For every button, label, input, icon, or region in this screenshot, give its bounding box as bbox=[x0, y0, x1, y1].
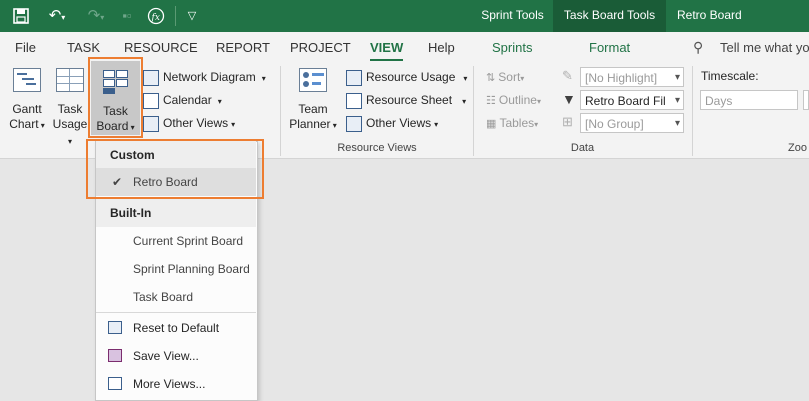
resource-sheet-button[interactable]: Resource Sheet ▾ bbox=[346, 90, 466, 110]
qat-separator bbox=[175, 6, 176, 26]
resource-sheet-icon bbox=[346, 92, 362, 109]
task-usage-label-2: Usage ▾ bbox=[52, 117, 88, 146]
menu-item-reset-to-default[interactable]: Reset to Default bbox=[96, 314, 256, 342]
tab-project[interactable]: PROJECT bbox=[290, 40, 351, 55]
tab-file[interactable]: File bbox=[15, 40, 36, 55]
menu-item-current-sprint-board[interactable]: Current Sprint Board bbox=[96, 227, 256, 255]
team-planner-label-2: Planner ▾ bbox=[289, 117, 337, 131]
network-diagram-icon bbox=[143, 69, 159, 86]
menu-item-task-board[interactable]: Task Board bbox=[96, 283, 256, 311]
save-icon[interactable] bbox=[10, 5, 32, 27]
group-icon: ⊞ bbox=[562, 114, 573, 129]
save-view-icon bbox=[108, 349, 122, 362]
resource-usage-icon bbox=[346, 69, 362, 86]
window-title: Retro Board Project.mpp bbox=[666, 0, 809, 52]
team-planner-button[interactable]: Team Planner ▾ bbox=[287, 68, 339, 133]
group-combo[interactable]: [No Group] ▾ bbox=[580, 113, 684, 133]
chevron-down-icon: ▾ bbox=[674, 118, 680, 129]
menu-separator bbox=[96, 312, 256, 313]
search-icon: ⚲ bbox=[693, 39, 704, 55]
link-icon: ▪▫ bbox=[122, 8, 132, 23]
chevron-down-icon: ▾ bbox=[674, 72, 680, 83]
tab-sprints[interactable]: Sprints bbox=[492, 40, 532, 55]
more-views-icon bbox=[108, 377, 122, 390]
task-usage-button[interactable]: Task Usage ▾ bbox=[51, 68, 89, 149]
task-usage-label-1: Task bbox=[57, 102, 83, 116]
ctx-tab-task-board-tools[interactable]: Task Board Tools bbox=[553, 0, 666, 32]
tab-help[interactable]: Help bbox=[428, 40, 455, 55]
svg-text:fx: fx bbox=[151, 13, 160, 23]
sort-button: ⇅ Sort▾ bbox=[486, 70, 525, 84]
calendar-icon bbox=[143, 92, 159, 109]
timescale-combo[interactable]: Days bbox=[700, 90, 798, 110]
ribbon-separator bbox=[473, 66, 474, 156]
gantt-label-2: Chart ▾ bbox=[9, 117, 45, 131]
tab-report[interactable]: REPORT bbox=[216, 40, 270, 55]
tab-task[interactable]: TASK bbox=[67, 40, 100, 55]
chevron-down-icon: ▾ bbox=[674, 95, 680, 106]
menu-item-more-views[interactable]: More Views... bbox=[96, 370, 256, 398]
timescale-label: Timescale: bbox=[701, 69, 759, 83]
tab-format[interactable]: Format bbox=[589, 40, 630, 55]
menu-item-save-view[interactable]: Save View... bbox=[96, 342, 256, 370]
resource-usage-button[interactable]: Resource Usage ▾ bbox=[346, 67, 467, 87]
custom-section-highlight bbox=[86, 139, 264, 199]
data-group-label: Data bbox=[570, 142, 595, 154]
other-views-resource-icon bbox=[346, 115, 362, 132]
gantt-label-1: Gantt bbox=[12, 102, 42, 116]
other-views-icon bbox=[143, 115, 159, 132]
task-usage-icon bbox=[56, 68, 84, 92]
ribbon-separator bbox=[692, 66, 693, 156]
network-diagram-button[interactable]: Network Diagram ▾ bbox=[143, 67, 266, 87]
highlight-icon: ✎ bbox=[562, 68, 573, 83]
ribbon-separator bbox=[280, 66, 281, 156]
tell-me-input[interactable]: Tell me what you bbox=[720, 40, 809, 55]
calendar-button[interactable]: Calendar ▾ bbox=[143, 90, 222, 110]
highlight-combo[interactable]: [No Highlight] ▾ bbox=[580, 67, 684, 87]
tab-resource[interactable]: RESOURCE bbox=[124, 40, 198, 55]
filter-icon: ▼ bbox=[562, 91, 576, 107]
menu-header-built-in: Built-In bbox=[96, 199, 256, 227]
customize-qat-icon[interactable]: ▽ bbox=[183, 5, 201, 27]
tables-button: ▦ Tables▾ bbox=[486, 116, 539, 130]
sort-icon: ⇅ bbox=[486, 72, 499, 84]
reset-icon bbox=[108, 321, 122, 334]
fx-icon[interactable]: fx bbox=[145, 5, 167, 27]
undo-icon[interactable]: ↶▾ bbox=[40, 5, 74, 27]
task-board-highlight bbox=[88, 57, 143, 138]
other-views-resource-button[interactable]: Other Views ▾ bbox=[346, 113, 438, 133]
resource-views-label: Resource Views bbox=[337, 142, 417, 154]
team-planner-icon bbox=[299, 68, 327, 92]
timescale-dropdown[interactable] bbox=[803, 90, 809, 110]
gantt-chart-button[interactable]: Gantt Chart ▾ bbox=[8, 68, 46, 133]
filter-combo[interactable]: Retro Board Fil ▾ bbox=[580, 90, 684, 110]
zoom-group-label: Zoo bbox=[788, 142, 807, 154]
menu-item-sprint-planning-board[interactable]: Sprint Planning Board bbox=[96, 255, 256, 283]
tab-view[interactable]: VIEW bbox=[370, 40, 404, 61]
redo-icon: ↷▾ bbox=[87, 7, 105, 24]
outline-button: ☷ Outline▾ bbox=[486, 93, 541, 107]
other-views-task-button[interactable]: Other Views ▾ bbox=[143, 113, 235, 133]
team-planner-label-1: Team bbox=[298, 102, 328, 116]
tables-icon: ▦ bbox=[486, 118, 500, 130]
ctx-tab-sprint-tools[interactable]: Sprint Tools bbox=[472, 0, 553, 32]
outline-icon: ☷ bbox=[486, 95, 499, 107]
gantt-chart-icon bbox=[13, 68, 41, 92]
